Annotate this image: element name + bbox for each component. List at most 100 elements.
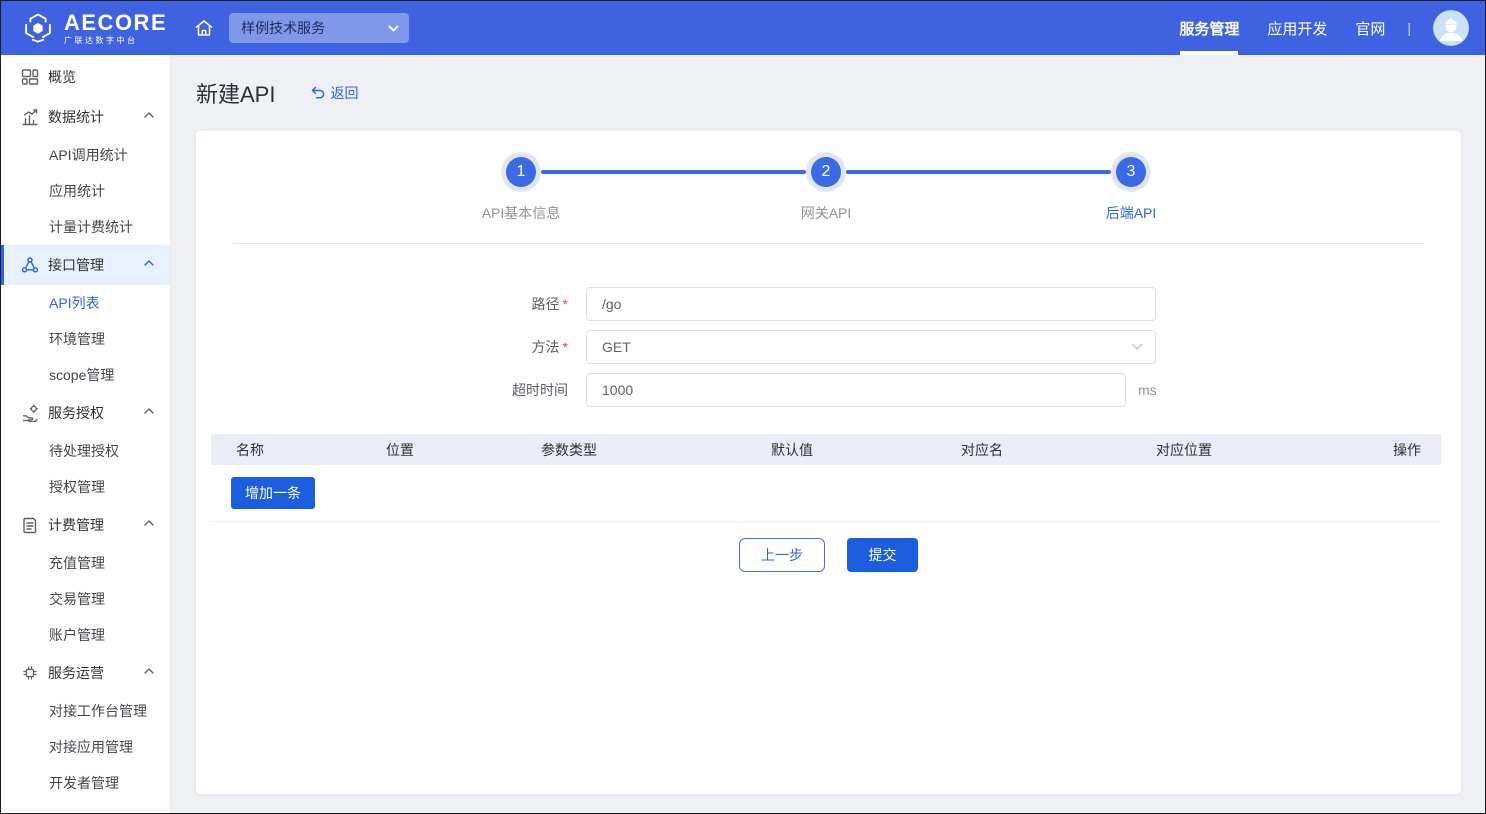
back-button[interactable]: 返回: [311, 83, 358, 103]
sidebar-item-label: scope管理: [49, 365, 114, 385]
chevron-down-icon: [1131, 343, 1143, 351]
sidebar-item-api-call-stats[interactable]: API调用统计: [1, 137, 170, 173]
page-header: 新建API 返回: [196, 77, 1461, 109]
sidebar-item-label: 数据统计: [48, 107, 144, 127]
form-row-path: 路径*: [196, 287, 1461, 321]
sidebar-item-overview[interactable]: 概览: [1, 57, 170, 97]
sidebar-item-label: 服务运营: [48, 663, 144, 683]
sidebar-group-service-authorization[interactable]: 服务授权: [1, 393, 170, 433]
backend-api-form: 路径* 方法* GET: [196, 287, 1461, 407]
sidebar-group-interface-management[interactable]: 接口管理: [1, 245, 170, 285]
sidebar-item-account-management[interactable]: 账户管理: [1, 617, 170, 653]
wizard-footer: 上一步 提交: [196, 538, 1461, 572]
timeout-unit: ms: [1138, 382, 1157, 398]
chevron-up-icon: [144, 668, 154, 678]
undo-arrow-icon: [311, 86, 325, 100]
page-title: 新建API: [196, 77, 275, 109]
step-3-circle: 3: [1116, 157, 1146, 187]
sidebar-item-label: 授权管理: [49, 477, 105, 497]
sidebar-item-label: 接口管理: [48, 255, 144, 275]
nav-item-app-development[interactable]: 应用开发: [1253, 1, 1341, 55]
step-connector: [541, 170, 806, 174]
sidebar-item-label: 计费管理: [48, 515, 144, 535]
add-row-button[interactable]: 增加一条: [231, 477, 315, 509]
sidebar-item-scope-management[interactable]: scope管理: [1, 357, 170, 393]
sidebar-group-billing-management[interactable]: 计费管理: [1, 505, 170, 545]
step-wizard: 1 2 3 API基本信息 网关API 后端API: [196, 131, 1461, 244]
sidebar-item-recharge-management[interactable]: 充值管理: [1, 545, 170, 581]
step-1-label: API基本信息: [421, 203, 621, 223]
billing-icon: [21, 516, 39, 534]
main-content: 新建API 返回 1 2 3 API基本信息 网关API: [171, 55, 1485, 814]
home-icon[interactable]: [193, 17, 215, 39]
brand-subtitle: 广联达数字中台: [64, 37, 167, 45]
stats-icon: [21, 108, 39, 126]
overview-icon: [21, 68, 39, 86]
sidebar-item-authorization-management[interactable]: 授权管理: [1, 469, 170, 505]
sidebar-item-label: 环境管理: [49, 329, 105, 349]
section-divider: [233, 243, 1424, 244]
col-mapped-position: 对应位置: [1131, 440, 1341, 460]
step-2-label: 网关API: [726, 203, 926, 223]
workspace-select[interactable]: 样例技术服务: [229, 13, 409, 43]
chevron-up-icon: [144, 260, 154, 270]
sidebar-item-label: 计量计费统计: [49, 217, 133, 237]
brand-name: AECORE: [64, 12, 167, 34]
user-avatar[interactable]: [1433, 10, 1469, 46]
sidebar-item-app-integration-management[interactable]: 对接应用管理: [1, 729, 170, 765]
sidebar-item-pending-authorization[interactable]: 待处理授权: [1, 433, 170, 469]
sidebar-item-metering-billing-stats[interactable]: 计量计费统计: [1, 209, 170, 245]
app-window: AECORE 广联达数字中台 样例技术服务 服务管理 应用开发 官网: [0, 0, 1486, 814]
col-mapped-name: 对应名: [936, 440, 1131, 460]
sidebar-item-workbench-integration-management[interactable]: 对接工作台管理: [1, 693, 170, 729]
auth-icon: [21, 404, 39, 422]
chevron-up-icon: [144, 112, 154, 122]
back-button-label: 返回: [330, 83, 358, 103]
sidebar-item-api-list[interactable]: API列表: [1, 285, 170, 321]
form-row-method: 方法* GET: [196, 330, 1461, 364]
nav-item-official-site[interactable]: 官网: [1341, 1, 1399, 55]
step-2-circle: 2: [811, 157, 841, 187]
sidebar-item-transaction-management[interactable]: 交易管理: [1, 581, 170, 617]
method-select-value: GET: [602, 339, 1131, 355]
chevron-up-icon: [144, 520, 154, 530]
params-table-header: 名称 位置 参数类型 默认值 对应名 对应位置 操作: [211, 434, 1441, 465]
step-number: 3: [1127, 163, 1136, 181]
timeout-input[interactable]: [586, 373, 1126, 407]
chevron-down-icon: [388, 25, 399, 32]
nav-item-label: 应用开发: [1267, 18, 1327, 39]
chevron-up-icon: [144, 408, 154, 418]
col-default-value: 默认值: [746, 440, 936, 460]
submit-button[interactable]: 提交: [847, 538, 918, 572]
table-add-row: 增加一条: [211, 465, 1441, 522]
sidebar-group-service-operation[interactable]: 服务运营: [1, 653, 170, 693]
api-icon: [21, 256, 39, 274]
sidebar-item-app-stats[interactable]: 应用统计: [1, 173, 170, 209]
timeout-label: 超时时间: [196, 380, 586, 400]
nav-item-service-management[interactable]: 服务管理: [1165, 1, 1253, 55]
method-select[interactable]: GET: [586, 330, 1156, 364]
sidebar-item-label: 概览: [48, 67, 154, 87]
col-param-type: 参数类型: [516, 440, 746, 460]
sidebar-item-label: 账户管理: [49, 625, 105, 645]
sidebar-group-data-statistics[interactable]: 数据统计: [1, 97, 170, 137]
sidebar-item-developer-management[interactable]: 开发者管理: [1, 765, 170, 801]
previous-step-button[interactable]: 上一步: [739, 538, 825, 572]
form-row-timeout: 超时时间 ms: [196, 373, 1461, 407]
step-number: 2: [822, 163, 831, 181]
step-1-circle: 1: [506, 157, 536, 187]
required-mark: *: [563, 296, 568, 312]
path-label: 路径*: [196, 294, 586, 314]
ops-icon: [21, 664, 39, 682]
nav-item-label: 官网: [1355, 18, 1385, 39]
sidebar-item-label: API列表: [49, 293, 100, 313]
sidebar-item-label: 对接工作台管理: [49, 701, 147, 721]
sidebar-item-label: 开发者管理: [49, 773, 119, 793]
sidebar-item-environment-management[interactable]: 环境管理: [1, 321, 170, 357]
col-actions: 操作: [1341, 440, 1441, 460]
params-table: 名称 位置 参数类型 默认值 对应名 对应位置 操作 增加一条: [211, 434, 1441, 522]
col-name: 名称: [211, 440, 361, 460]
step-number: 1: [517, 163, 526, 181]
sidebar-item-label: 待处理授权: [49, 441, 119, 461]
path-input[interactable]: [586, 287, 1156, 321]
